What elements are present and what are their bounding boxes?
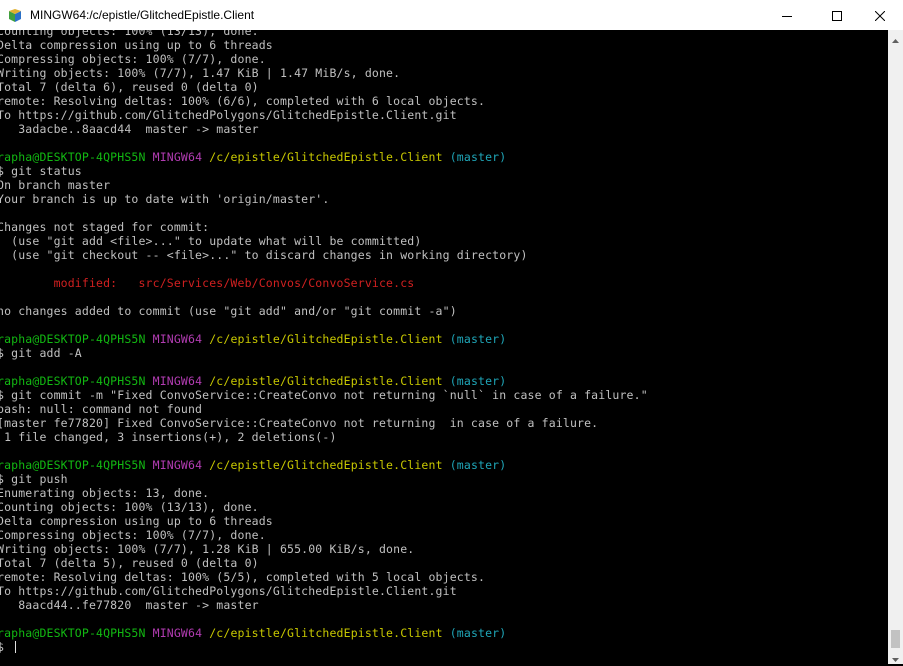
arrow-down-icon (892, 647, 899, 666)
maximize-icon (832, 6, 842, 25)
minimize-button[interactable] (764, 0, 810, 30)
output-line: Compressing objects: 100% (7/7), done. (0, 528, 266, 542)
output-line: Delta compression using up to 6 threads (0, 38, 273, 52)
mingw-icon (8, 8, 22, 22)
prompt-path: /c/epistle/GlitchedEpistle.Client (209, 626, 443, 640)
prompt-branch: (master) (449, 458, 507, 472)
prompt-branch: (master) (449, 150, 507, 164)
output-line: remote: Resolving deltas: 100% (5/5), co… (0, 570, 486, 584)
output-line: To https://github.com/GlitchedPolygons/G… (0, 584, 457, 598)
output-line: (use "git checkout -- <file>..." to disc… (0, 248, 528, 262)
output-line: [master fe77820] Fixed ConvoService::Cre… (0, 416, 599, 430)
output-line: Writing objects: 100% (7/7), 1.47 KiB | … (0, 66, 401, 80)
prompt-user: rapha@DESKTOP-4QPHS5N (0, 332, 146, 346)
shell-prompt: rapha@DESKTOP-4QPHS5N MINGW64 /c/epistle… (0, 626, 648, 640)
output-line: $ git add -A (0, 346, 82, 360)
prompt-branch: (master) (449, 626, 507, 640)
output-line: Total 7 (delta 5), reused 0 (delta 0) (0, 556, 259, 570)
vertical-scrollbar[interactable] (888, 30, 903, 664)
shell-prompt: rapha@DESKTOP-4QPHS5N MINGW64 /c/epistle… (0, 374, 648, 388)
terminal-output[interactable]: Counting objects: 100% (13/13), done. Del… (0, 30, 888, 664)
output-line: $ git push (0, 472, 68, 486)
prompt-user: rapha@DESKTOP-4QPHS5N (0, 458, 146, 472)
output-line: 8aacd44..fe77820 master -> master (0, 598, 259, 612)
shell-prompt: rapha@DESKTOP-4QPHS5N MINGW64 /c/epistle… (0, 332, 648, 346)
output-line: Total 7 (delta 6), reused 0 (delta 0) (0, 80, 259, 94)
scrollbar-thumb[interactable] (891, 630, 900, 648)
close-icon (874, 6, 886, 25)
text-cursor (15, 641, 17, 653)
title-bar[interactable]: MINGW64:/c/epistle/GlitchedEpistle.Clien… (0, 0, 903, 30)
output-line: Changes not staged for commit: (0, 220, 210, 234)
prompt-path: /c/epistle/GlitchedEpistle.Client (209, 150, 443, 164)
output-line: 3adacbe..8aacd44 master -> master (0, 122, 259, 136)
output-line: Writing objects: 100% (7/7), 1.28 KiB | … (0, 542, 415, 556)
scroll-up-button[interactable] (888, 30, 903, 45)
shell-prompt: rapha@DESKTOP-4QPHS5N MINGW64 /c/epistle… (0, 458, 648, 472)
output-line: bash: null: command not found (0, 402, 203, 416)
scroll-down-button[interactable] (888, 649, 903, 664)
modified-file: modified: src/Services/Web/Convos/ConvoS… (0, 276, 415, 290)
close-button[interactable] (857, 0, 903, 30)
prompt-user: rapha@DESKTOP-4QPHS5N (0, 626, 146, 640)
prompt-branch: (master) (449, 332, 507, 346)
shell-prompt: rapha@DESKTOP-4QPHS5N MINGW64 /c/epistle… (0, 150, 648, 164)
output-line: On branch master (0, 178, 111, 192)
prompt-host: MINGW64 (152, 332, 203, 346)
arrow-up-icon (892, 28, 899, 47)
terminal-lines: Counting objects: 100% (13/13), done. Del… (0, 30, 648, 654)
prompt-path: /c/epistle/GlitchedEpistle.Client (209, 374, 443, 388)
output-line: Delta compression using up to 6 threads (0, 514, 273, 528)
modified-file-line: modified: src/Services/Web/Convos/ConvoS… (0, 276, 648, 290)
prompt-host: MINGW64 (152, 626, 203, 640)
output-line: remote: Resolving deltas: 100% (6/6), co… (0, 94, 486, 108)
output-line: Counting objects: 100% (13/13), done. (0, 30, 259, 38)
output-line: $ git status (0, 164, 82, 178)
output-line: Counting objects: 100% (13/13), done. (0, 500, 259, 514)
output-line: Enumerating objects: 13, done. (0, 486, 210, 500)
output-line: Your branch is up to date with 'origin/m… (0, 192, 330, 206)
prompt-host: MINGW64 (152, 458, 203, 472)
command-input-line[interactable]: $ (0, 640, 648, 654)
prompt-user: rapha@DESKTOP-4QPHS5N (0, 150, 146, 164)
input-prompt: $ (0, 640, 5, 654)
prompt-branch: (master) (449, 374, 507, 388)
output-line: Compressing objects: 100% (7/7), done. (0, 52, 266, 66)
prompt-path: /c/epistle/GlitchedEpistle.Client (209, 332, 443, 346)
prompt-host: MINGW64 (152, 374, 203, 388)
terminal-window: MINGW64:/c/epistle/GlitchedEpistle.Clien… (0, 0, 903, 664)
window-title: MINGW64:/c/epistle/GlitchedEpistle.Clien… (30, 8, 255, 22)
maximize-button[interactable] (814, 0, 860, 30)
minimize-icon (782, 6, 792, 25)
output-line: $ git commit -m "Fixed ConvoService::Cre… (0, 388, 648, 402)
output-line: (use "git add <file>..." to update what … (0, 234, 422, 248)
prompt-user: rapha@DESKTOP-4QPHS5N (0, 374, 146, 388)
prompt-host: MINGW64 (152, 150, 203, 164)
output-line: To https://github.com/GlitchedPolygons/G… (0, 108, 457, 122)
prompt-path: /c/epistle/GlitchedEpistle.Client (209, 458, 443, 472)
output-line: 1 file changed, 3 insertions(+), 2 delet… (0, 430, 337, 444)
output-line: no changes added to commit (use "git add… (0, 304, 457, 318)
